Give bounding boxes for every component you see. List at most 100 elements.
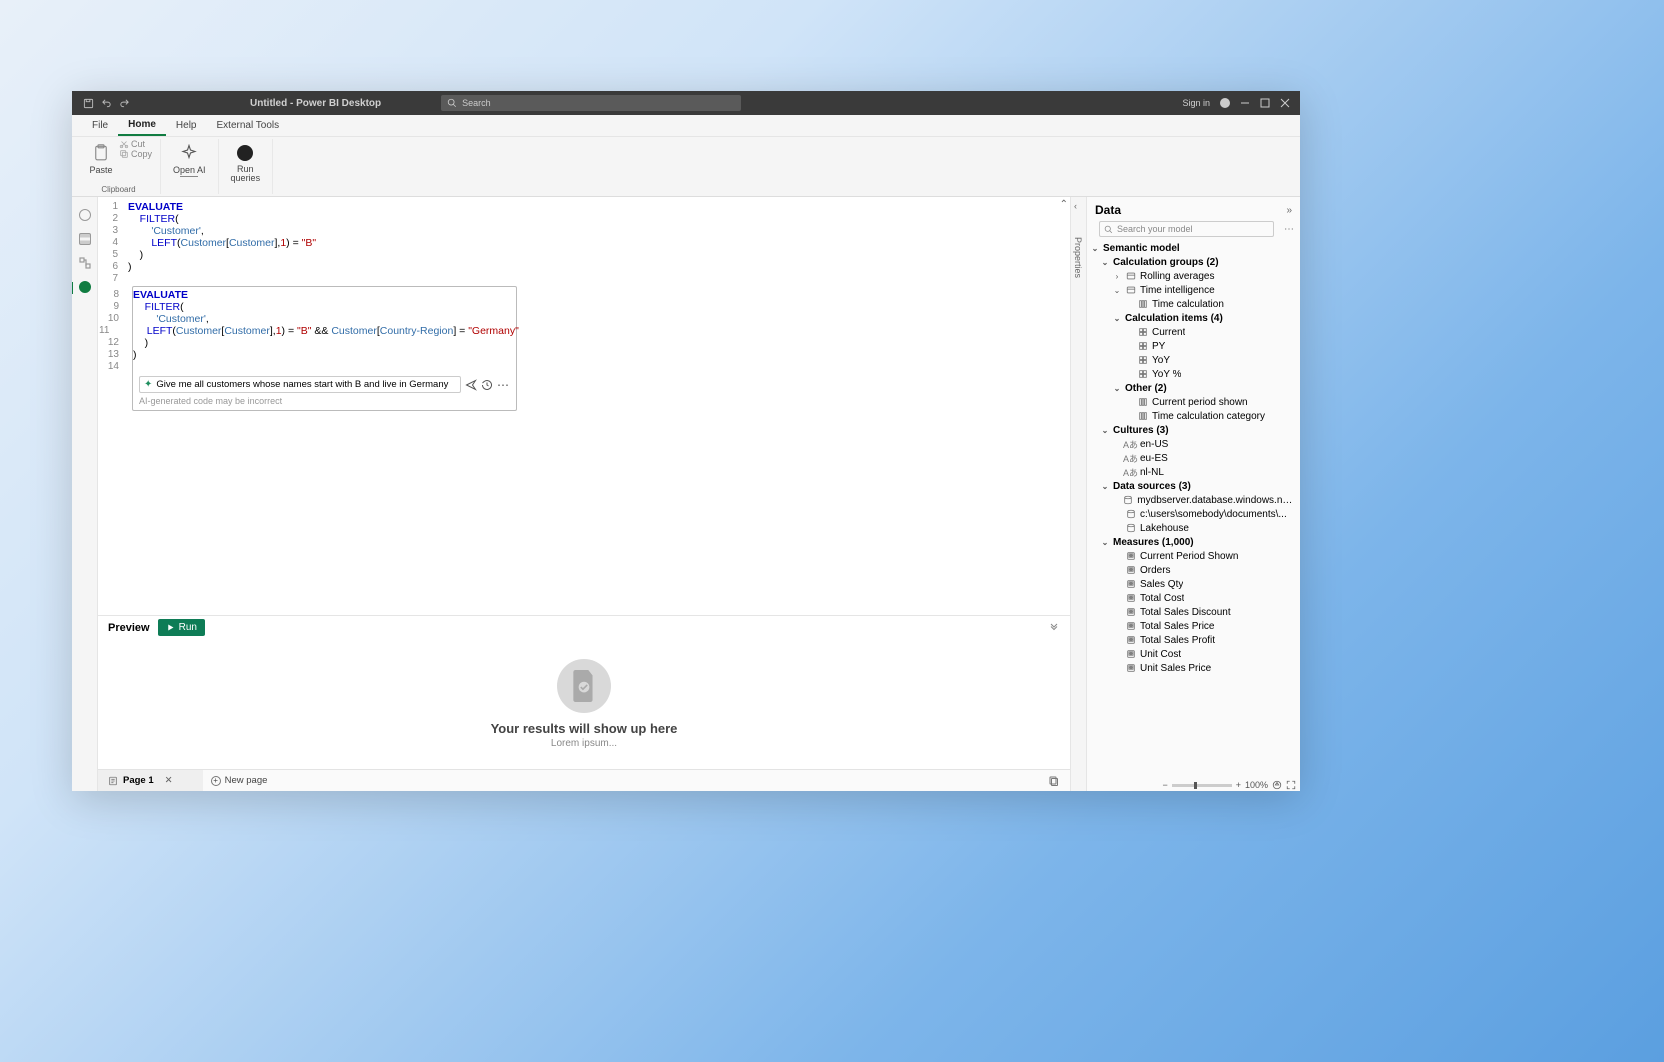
tree-node-label: mydbserver.database.windows.net;MyData..…	[1137, 495, 1294, 506]
tree-node[interactable]: Current Period Shown	[1087, 549, 1300, 563]
tree-node[interactable]: ⌄Semantic model	[1087, 241, 1300, 255]
tree-node[interactable]: ⌄Calculation groups (2)	[1087, 255, 1300, 269]
undo-icon[interactable]	[100, 97, 112, 109]
tree-node[interactable]: YoY %	[1087, 367, 1300, 381]
code-line[interactable]: 9 FILTER(	[133, 301, 516, 313]
zoom-minus-icon[interactable]: −	[1162, 780, 1167, 790]
chevron-down-icon[interactable]: ⌄	[1113, 286, 1121, 295]
code-line[interactable]: 8EVALUATE	[133, 289, 516, 301]
copy-icon	[119, 149, 129, 159]
tree-node[interactable]: Aあen-US	[1087, 437, 1300, 451]
chevron-down-icon[interactable]: ⌄	[1101, 258, 1109, 267]
zoom-slider[interactable]	[1172, 784, 1232, 787]
data-search-input[interactable]: Search your model	[1099, 221, 1274, 237]
close-icon[interactable]	[1280, 98, 1290, 108]
copy-page-icon[interactable]	[1038, 775, 1070, 787]
code-line[interactable]: 13)	[133, 349, 516, 361]
page-tab-1[interactable]: Page 1 ✕	[98, 770, 203, 791]
tab-file[interactable]: File	[82, 115, 118, 136]
dax-view-icon[interactable]	[79, 281, 91, 293]
cut-button[interactable]: Cut	[119, 139, 152, 149]
fit-icon[interactable]	[1272, 780, 1282, 790]
fullscreen-icon[interactable]	[1286, 780, 1296, 790]
code-line[interactable]: 3 'Customer',	[98, 225, 1070, 237]
chevron-down-icon[interactable]: ⌄	[1101, 426, 1109, 435]
run-queries-button[interactable]: Run queries	[227, 139, 265, 185]
chevron-down-icon[interactable]: ⌄	[1101, 538, 1109, 547]
tab-home[interactable]: Home	[118, 115, 166, 136]
tree-node[interactable]: mydbserver.database.windows.net;MyData..…	[1087, 493, 1300, 507]
data-view-icon[interactable]	[79, 233, 91, 245]
history-icon[interactable]	[481, 379, 493, 391]
tree-node[interactable]: PY	[1087, 339, 1300, 353]
openai-button[interactable]: Open AI	[169, 139, 210, 179]
tree-node[interactable]: Total Cost	[1087, 591, 1300, 605]
code-line[interactable]: 1EVALUATE	[98, 201, 1070, 213]
signin-link[interactable]: Sign in	[1182, 98, 1210, 108]
tree-node[interactable]: ⌄Calculation items (4)	[1087, 311, 1300, 325]
maximize-icon[interactable]	[1260, 98, 1270, 108]
tree-node[interactable]: Total Sales Discount	[1087, 605, 1300, 619]
tree-node[interactable]: Unit Sales Price	[1087, 661, 1300, 675]
properties-panel-collapsed[interactable]: ‹ Properties	[1070, 197, 1086, 791]
chevron-down-icon[interactable]: ⌄	[1101, 482, 1109, 491]
expand-panel-icon[interactable]: »	[1286, 205, 1292, 216]
tree-node[interactable]: Orders	[1087, 563, 1300, 577]
tab-help[interactable]: Help	[166, 115, 207, 136]
code-line[interactable]: 7	[98, 273, 1070, 284]
titlebar-search[interactable]: Search	[441, 95, 741, 111]
copy-button[interactable]: Copy	[119, 149, 152, 159]
close-tab-icon[interactable]: ✕	[165, 775, 173, 786]
tree-node[interactable]: ⌄Measures (1,000)	[1087, 535, 1300, 549]
tree-node[interactable]: Sales Qty	[1087, 577, 1300, 591]
new-page-button[interactable]: + New page	[203, 775, 276, 786]
chevron-down-icon[interactable]: ⌄	[1113, 384, 1121, 393]
tree-node[interactable]: Unit Cost	[1087, 647, 1300, 661]
tree-node[interactable]: Total Sales Profit	[1087, 633, 1300, 647]
tree-node[interactable]: c:\users\somebody\documents\...	[1087, 507, 1300, 521]
tree-node[interactable]: ›Rolling averages	[1087, 269, 1300, 283]
avatar-icon[interactable]	[1220, 98, 1230, 108]
ds-icon	[1123, 495, 1133, 506]
code-line[interactable]: 4 LEFT(Customer[Customer],1) = "B"	[98, 237, 1070, 249]
tree-node[interactable]: Time calculation category	[1087, 409, 1300, 423]
code-line[interactable]: 11 LEFT(Customer[Customer],1) = "B" && C…	[133, 325, 516, 337]
tree-node[interactable]: Total Sales Price	[1087, 619, 1300, 633]
tree-node[interactable]: Aあeu-ES	[1087, 451, 1300, 465]
minimize-icon[interactable]	[1240, 98, 1250, 108]
chevron-down-icon[interactable]: ⌄	[1091, 244, 1099, 253]
code-line[interactable]: 2 FILTER(	[98, 213, 1070, 225]
tree-node[interactable]: Current	[1087, 325, 1300, 339]
zoom-control[interactable]: − + 100%	[1162, 780, 1296, 790]
run-button[interactable]: Run	[158, 619, 205, 636]
chevron-down-icon[interactable]: ⌄	[1113, 314, 1121, 323]
tree-node[interactable]: Current period shown	[1087, 395, 1300, 409]
code-line[interactable]: 10 'Customer',	[133, 313, 516, 325]
chevron-right-icon[interactable]: ›	[1113, 272, 1121, 281]
send-icon[interactable]	[465, 379, 477, 391]
code-line[interactable]: 12 )	[133, 337, 516, 349]
tree-node[interactable]: ⌄Other (2)	[1087, 381, 1300, 395]
tree-node[interactable]: ⌄Data sources (3)	[1087, 479, 1300, 493]
redo-icon[interactable]	[118, 97, 130, 109]
search-more-icon[interactable]: ⋯	[1284, 224, 1294, 235]
tree-node[interactable]: ⌄Cultures (3)	[1087, 423, 1300, 437]
chevron-down-icon[interactable]	[1048, 622, 1060, 634]
tab-external-tools[interactable]: External Tools	[207, 115, 290, 136]
zoom-plus-icon[interactable]: +	[1236, 780, 1241, 790]
tree-node[interactable]: Lakehouse	[1087, 521, 1300, 535]
code-editor[interactable]: 1EVALUATE2 FILTER(3 'Customer',4 LEFT(Cu…	[98, 197, 1070, 615]
paste-button[interactable]: Paste	[85, 139, 117, 177]
report-view-icon[interactable]	[79, 209, 91, 221]
code-line[interactable]: 14	[133, 361, 516, 372]
tree-node[interactable]: Aあnl-NL	[1087, 465, 1300, 479]
tree-node[interactable]: YoY	[1087, 353, 1300, 367]
ai-prompt-input[interactable]: ✦ Give me all customers whose names star…	[139, 376, 461, 393]
code-line[interactable]: 5 )	[98, 249, 1070, 261]
tree-node[interactable]: Time calculation	[1087, 297, 1300, 311]
code-line[interactable]: 6)	[98, 261, 1070, 273]
model-view-icon[interactable]	[79, 257, 91, 269]
save-icon[interactable]	[82, 97, 94, 109]
more-icon[interactable]: ⋯	[497, 378, 510, 392]
tree-node[interactable]: ⌄Time intelligence	[1087, 283, 1300, 297]
